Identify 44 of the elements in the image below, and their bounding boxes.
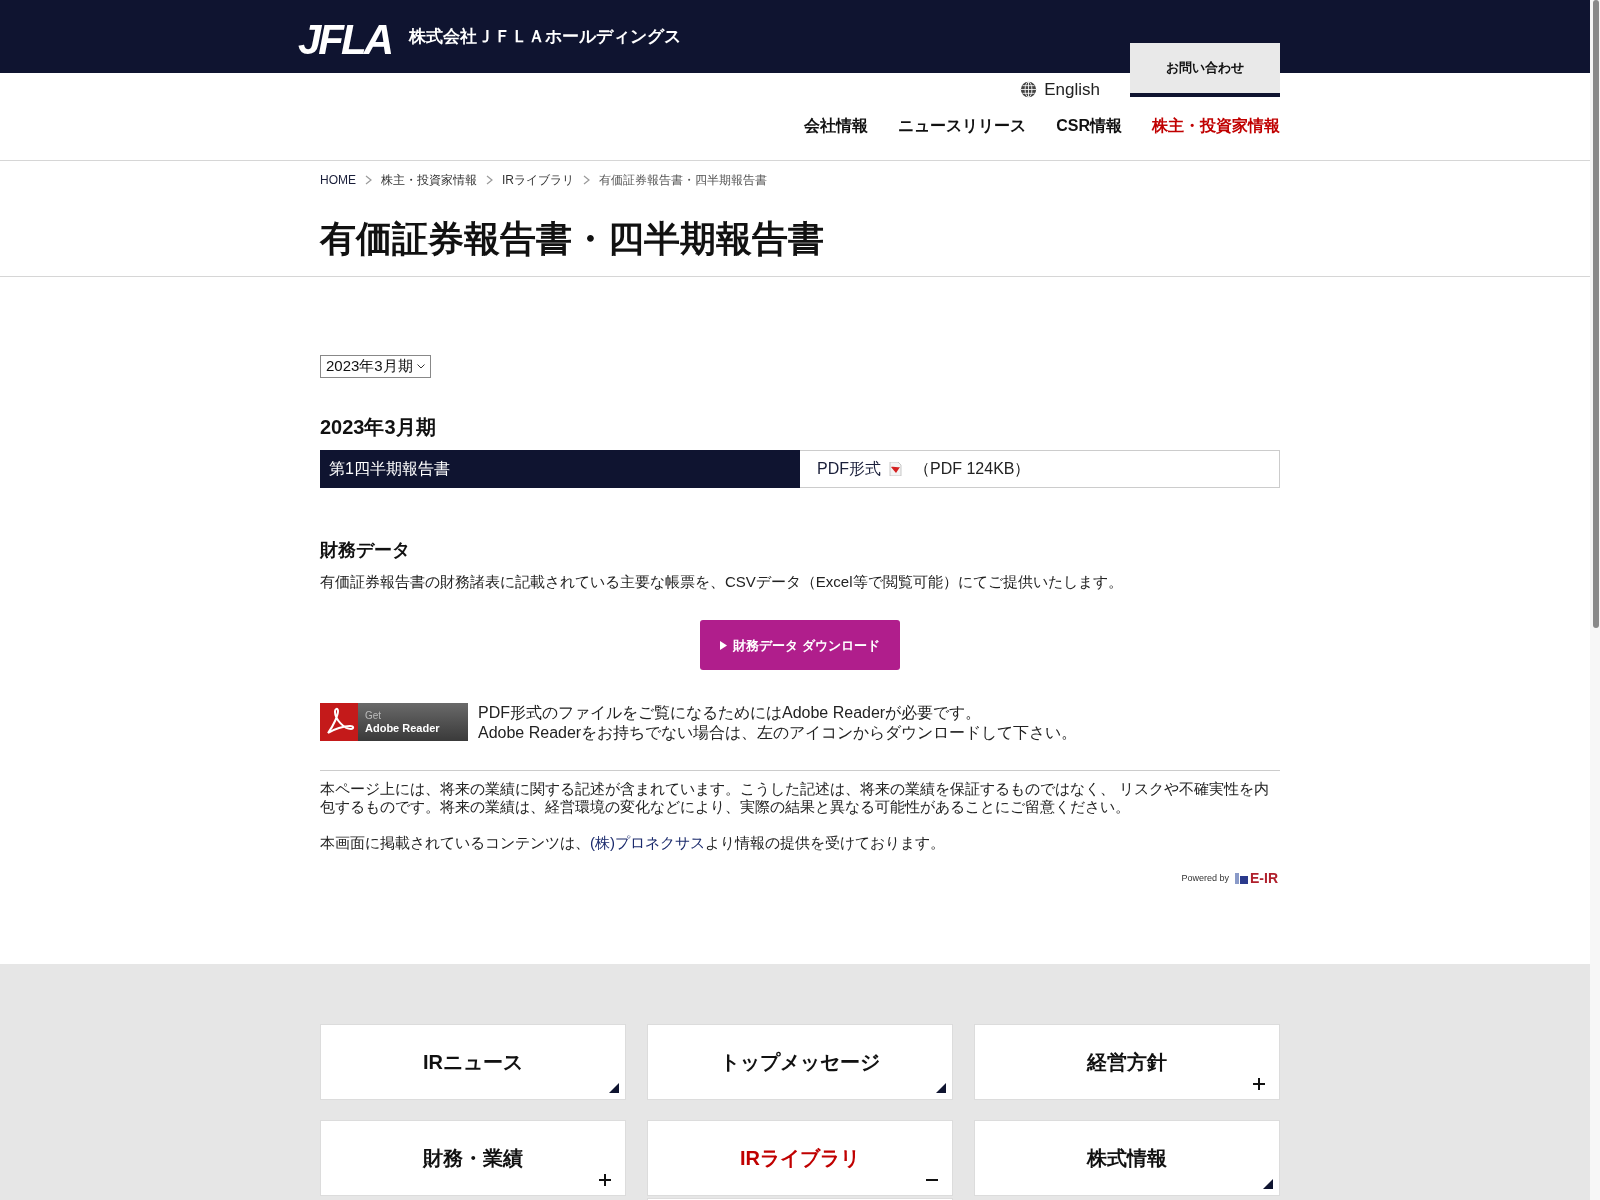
footer-nav-card[interactable]: トップメッセージ bbox=[647, 1024, 953, 1101]
logo-mark-icon bbox=[1235, 872, 1248, 884]
company-name: 株式会社ＪＦＬＡホールディングス bbox=[409, 25, 681, 48]
chevron-right-icon bbox=[365, 175, 372, 185]
nav-link[interactable]: CSR情報 bbox=[1056, 114, 1122, 138]
pronexus-link[interactable]: (株)プロネクサス bbox=[590, 834, 705, 852]
nav-link[interactable]: 会社情報 bbox=[804, 114, 869, 138]
play-icon bbox=[720, 640, 728, 650]
adobe-note: PDF形式のファイルをご覧になるためにはAdobe Readerが必要です。 bbox=[478, 703, 983, 724]
document-icon bbox=[889, 462, 902, 477]
get-adobe-reader-badge[interactable]: Get Adobe Reader bbox=[320, 703, 468, 742]
page-title: 有価証券報告書・四半期報告書 bbox=[320, 217, 825, 261]
globe-icon bbox=[1020, 81, 1038, 98]
footer-nav-card[interactable]: 経営方針 bbox=[974, 1024, 1280, 1101]
pdf-link[interactable]: PDF形式 bbox=[817, 457, 881, 482]
breadcrumb-current-page: 有価証券報告書・四半期報告書 bbox=[599, 172, 767, 189]
chevron-right-icon bbox=[583, 175, 590, 185]
footer-nav-card[interactable]: 株式情報 bbox=[974, 1120, 1280, 1197]
swirl-logo-icon bbox=[320, 703, 358, 742]
disclaimer-text: 本ページ上には、将来の業績に関する記述が含まれています。こうした記述は、将来の業績を保証するものではなく、 リスクや不確実性を内包するものです。将来の業績は、経営環境の変化などにより、実際の結果と異なる可能性があることにご留意ください。 bbox=[320, 780, 1271, 817]
period-select[interactable]: 2023年3月期 bbox=[320, 355, 431, 378]
report-title-cell: 第1四半期報告書 bbox=[320, 450, 800, 489]
logo[interactable]: JFLA bbox=[298, 12, 391, 61]
period-heading: 2023年3月期 bbox=[320, 415, 437, 441]
contact-button[interactable]: お問い合わせ bbox=[1130, 43, 1280, 97]
nav-link[interactable]: 株主・投資家情報 bbox=[1152, 114, 1280, 138]
financial-data-heading: 財務データ bbox=[320, 539, 411, 563]
financial-data-description: 有価証券報告書の財務諸表に記載されている主要な帳票を、CSVデータ（Excel等で閲覧可能）にてご提供いたします。 bbox=[320, 572, 1124, 593]
adobe-note: Adobe Readerをお持ちでない場合は、左のアイコンからダウンロードして下さい。 bbox=[478, 723, 1078, 744]
footer-nav-card[interactable]: IRニュース bbox=[320, 1024, 626, 1101]
breadcrumb-link[interactable]: IRライブラリ bbox=[502, 171, 574, 189]
english-link[interactable]: English bbox=[1044, 76, 1100, 103]
file-size: （PDF 124KB） bbox=[914, 459, 1031, 480]
provider-logo[interactable]: E-IR bbox=[1235, 871, 1278, 886]
caret-down-icon bbox=[416, 364, 425, 369]
source-note: 本画面に掲載されているコンテンツは、(株)プロネクサス より情報の提供を受けております。 bbox=[320, 834, 946, 853]
footer-nav-card[interactable]: 財務・業績 bbox=[320, 1120, 626, 1197]
download-button[interactable]: 財務データ ダウンロード bbox=[700, 620, 900, 671]
breadcrumb-link[interactable]: 株主・投資家情報 bbox=[381, 171, 477, 189]
scrollbar-thumb[interactable] bbox=[1593, 0, 1599, 628]
chevron-right-icon bbox=[486, 175, 493, 185]
nav-link[interactable]: ニュースリリース bbox=[898, 114, 1027, 138]
breadcrumb-link[interactable]: HOME bbox=[320, 171, 356, 189]
powered-by-label: Powered by bbox=[1181, 871, 1229, 885]
